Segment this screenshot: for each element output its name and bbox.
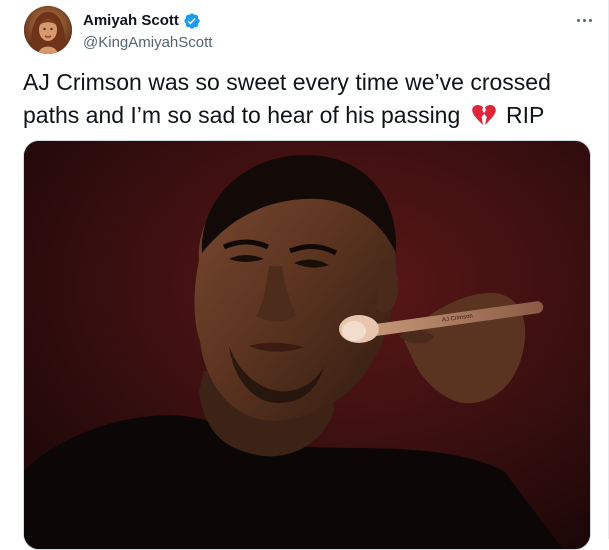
tweet-text: AJ Crimson was so sweet every time we’ve… bbox=[23, 66, 593, 132]
tweet-text-rip: RIP bbox=[506, 102, 545, 128]
user-handle[interactable]: @KingAmiyahScott bbox=[83, 33, 212, 53]
tweet-card: Amiyah Scott @KingAmiyahScott AJ Crimson… bbox=[0, 0, 609, 550]
tweet-author: Amiyah Scott @KingAmiyahScott bbox=[83, 11, 212, 53]
more-options-icon[interactable] bbox=[569, 8, 599, 32]
avatar[interactable] bbox=[24, 6, 72, 54]
broken-heart-icon bbox=[471, 103, 497, 127]
verified-badge-icon bbox=[183, 12, 201, 30]
display-name[interactable]: Amiyah Scott bbox=[83, 11, 179, 31]
tweet-media-photo[interactable]: AJ Crimson bbox=[23, 140, 591, 550]
